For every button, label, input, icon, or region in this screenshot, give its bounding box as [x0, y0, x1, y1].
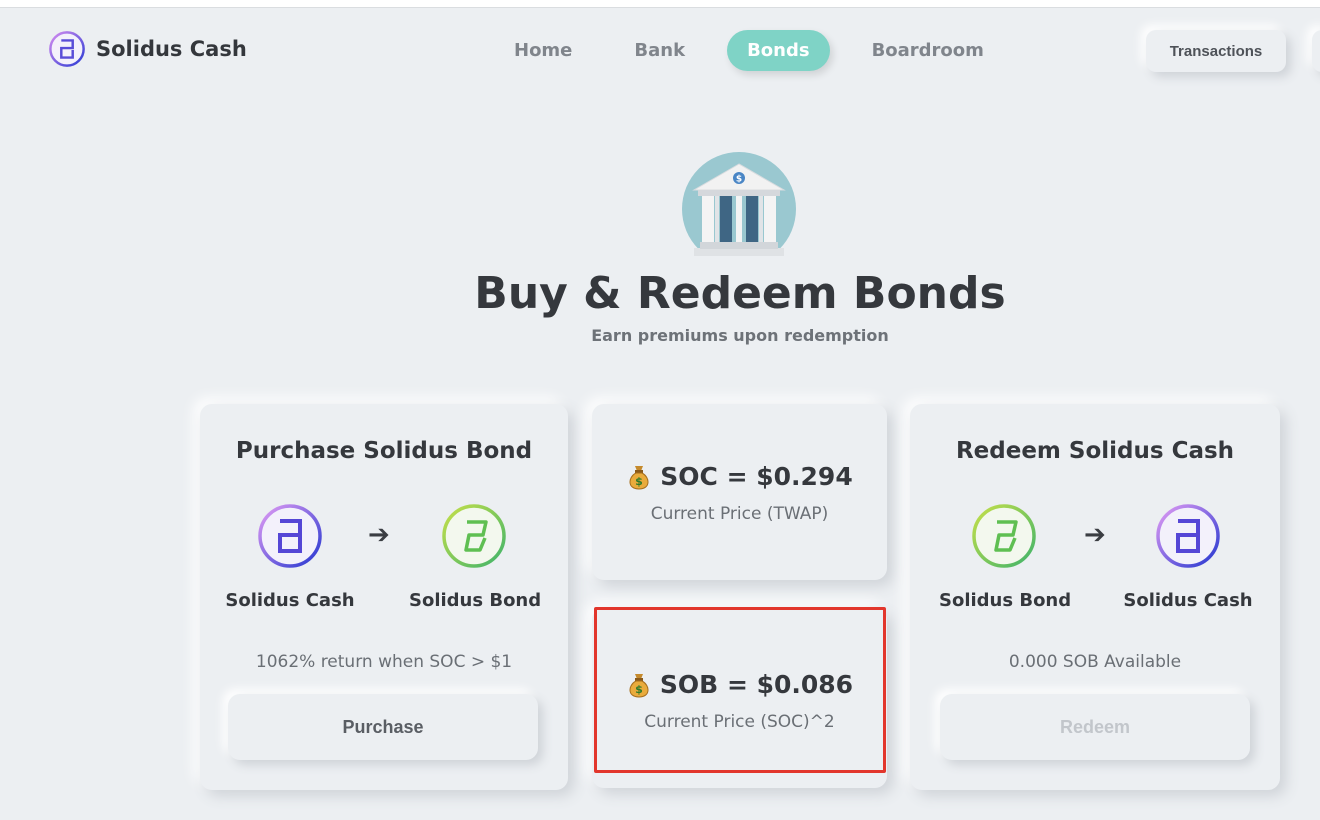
to-token-label: Solidus Bond [409, 590, 542, 611]
purchase-card: Purchase Solidus Bond Solidus Cash ➔ Sol… [200, 404, 568, 790]
soc-price-value: SOC = $0.294 [660, 462, 853, 491]
svg-text:$: $ [635, 683, 643, 696]
brand[interactable]: Solidus Cash [48, 30, 247, 68]
money-bag-icon: $ [629, 465, 649, 490]
from-token-label: Solidus Bond [939, 590, 1072, 611]
soc-price-line: $ SOC = $0.294 [592, 462, 887, 491]
money-bag-icon: $ [629, 673, 649, 698]
redeem-card: Redeem Solidus Cash Solidus Bond ➔ Solid… [910, 404, 1280, 790]
arrow-right-icon: ➔ [1084, 520, 1106, 550]
solidus-bond-icon [442, 504, 506, 568]
sob-price-caption: Current Price (SOC)^2 [644, 712, 835, 732]
soc-price-caption: Current Price (TWAP) [650, 504, 829, 524]
from-token: Solidus Bond [939, 502, 1072, 611]
redeem-card-title: Redeem Solidus Cash [955, 438, 1235, 464]
redeem-button[interactable]: Redeem [940, 694, 1250, 760]
bank-building-icon: $ [682, 152, 796, 268]
solidus-cash-icon [258, 504, 322, 568]
from-token: Solidus Cash [225, 502, 355, 611]
purchase-return-note: 1062% return when SOC > $1 [255, 652, 513, 672]
to-token: Solidus Cash [1123, 502, 1253, 611]
nav-boardroom[interactable]: Boardroom [852, 30, 1004, 71]
brand-name: Solidus Cash [96, 37, 247, 61]
sob-price-line: $ SOB = $0.086 [592, 670, 887, 699]
browser-top-edge [0, 0, 1320, 8]
transactions-button[interactable]: Transactions [1146, 30, 1286, 72]
wallet-button[interactable] [1312, 30, 1320, 72]
sob-price-card: $ SOB = $0.086 Current Price (SOC)^2 [592, 608, 887, 788]
solidus-bond-icon [972, 504, 1036, 568]
solidus-cash-icon [1156, 504, 1220, 568]
nav-home[interactable]: Home [494, 30, 592, 71]
soc-price-card: $ SOC = $0.294 Current Price (TWAP) [592, 404, 887, 580]
sob-price-value: SOB = $0.086 [659, 670, 854, 699]
svg-text:$: $ [736, 175, 742, 185]
page-title: Buy & Redeem Bonds [474, 268, 1006, 319]
nav-bonds[interactable]: Bonds [727, 30, 830, 71]
solidus-cash-logo-icon [49, 31, 85, 67]
purchase-button[interactable]: Purchase [228, 694, 538, 760]
to-token: Solidus Bond [409, 502, 542, 611]
nav-bank[interactable]: Bank [614, 30, 705, 71]
to-token-label: Solidus Cash [1123, 590, 1253, 611]
page-subtitle: Earn premiums upon redemption [591, 326, 889, 345]
purchase-card-title: Purchase Solidus Bond [235, 438, 533, 464]
arrow-right-icon: ➔ [368, 520, 390, 550]
main-nav: Home Bank Bonds Boardroom [494, 30, 1026, 71]
sob-available-note: 0.000 SOB Available [1008, 652, 1182, 672]
from-token-label: Solidus Cash [225, 590, 355, 611]
svg-text:$: $ [635, 475, 643, 488]
